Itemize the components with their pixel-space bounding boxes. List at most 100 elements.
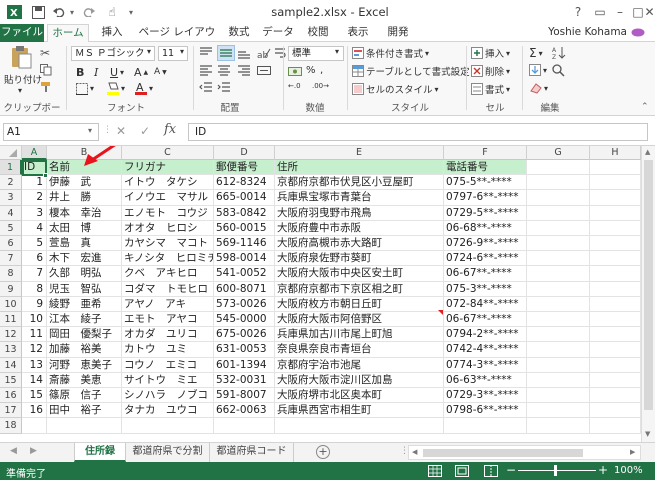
cell-g14[interactable] (527, 357, 590, 373)
cell-c7[interactable]: キノシタ ヒロミチ (122, 251, 214, 267)
cell-e16[interactable]: 大阪府堺市北区奥本町 (275, 388, 444, 404)
decrease-font-icon[interactable]: A ▼ (154, 67, 167, 77)
horizontal-scrollbar[interactable]: ◀ ▶ (408, 445, 641, 460)
cell-d9[interactable]: 600-8071 (214, 281, 275, 297)
cell-c14[interactable]: コウノ エミコ (122, 357, 214, 373)
row-header-9[interactable]: 9 (0, 281, 22, 297)
cell-d3[interactable]: 665-0014 (214, 190, 275, 206)
cell-c9[interactable]: コダマ トモヒロ (122, 281, 214, 297)
sheet-tab-prefecture-code[interactable]: 都道府県コード (210, 443, 294, 462)
percent-icon[interactable]: % (306, 65, 316, 76)
cell-e4[interactable]: 大阪府羽曳野市飛鳥 (275, 205, 444, 221)
align-top-icon[interactable] (199, 47, 213, 59)
align-middle-icon[interactable] (217, 45, 235, 61)
insert-function-icon[interactable]: fx (164, 122, 176, 137)
font-color-icon[interactable]: A (134, 80, 148, 96)
cell-e10[interactable]: 大阪府枚方市朝日丘町 (275, 296, 444, 312)
cell-d6[interactable]: 569-1146 (214, 236, 275, 252)
cell-styles-button[interactable]: セルのスタイル ▾ (352, 82, 439, 96)
fill-icon[interactable]: ▾ (529, 64, 547, 76)
cell-c1[interactable]: フリガナ (122, 160, 214, 176)
cell-h7[interactable] (590, 251, 641, 267)
cell-f12[interactable]: 0794-2**-**** (444, 327, 527, 343)
cell-a4[interactable]: 3 (22, 205, 47, 221)
new-sheet-icon[interactable]: + (316, 445, 330, 459)
tab-home[interactable]: ホーム (47, 24, 89, 43)
name-box-dropdown-icon[interactable]: ▾ (88, 126, 92, 135)
copy-icon[interactable] (40, 64, 52, 76)
confirm-entry-icon[interactable]: ✓ (140, 124, 150, 138)
cell-h18[interactable] (590, 418, 641, 434)
cell-c17[interactable]: タナカ ユウコ (122, 403, 214, 419)
cell-a7[interactable]: 6 (22, 251, 47, 267)
cell-c6[interactable]: カヤシマ マコト (122, 236, 214, 252)
cell-h9[interactable] (590, 281, 641, 297)
font-size-dropdown-icon[interactable]: ▾ (180, 47, 184, 56)
cell-b6[interactable]: 萱島 真 (47, 236, 122, 252)
font-name-dropdown-icon[interactable]: ▾ (147, 47, 151, 56)
cell-f1[interactable]: 電話番号 (444, 160, 527, 176)
number-format-dropdown-icon[interactable]: ▾ (335, 47, 339, 56)
column-header-d[interactable]: D (214, 146, 275, 160)
row-header-13[interactable]: 13 (0, 342, 22, 358)
cell-h2[interactable] (590, 175, 641, 191)
cell-c4[interactable]: エノモト コウジ (122, 205, 214, 221)
normal-view-icon[interactable] (428, 465, 442, 477)
cell-d8[interactable]: 541-0052 (214, 266, 275, 282)
orientation-icon[interactable]: ab (257, 47, 271, 59)
cell-f11[interactable]: 06-67**-**** (444, 312, 527, 328)
column-header-b[interactable]: B (47, 146, 122, 160)
cell-c12[interactable]: オカダ ユリコ (122, 327, 214, 343)
prev-sheet-icon[interactable]: ◀ (10, 446, 17, 456)
cell-e15[interactable]: 大阪府大阪市淀川区加島 (275, 372, 444, 388)
minimize-icon[interactable]: – (610, 3, 630, 21)
row-header-12[interactable]: 12 (0, 327, 22, 343)
scroll-right-icon[interactable]: ▶ (630, 448, 635, 456)
zoom-out-icon[interactable]: − (506, 463, 516, 477)
italic-button[interactable]: I (94, 66, 98, 79)
cell-b3[interactable]: 井上 勝 (47, 190, 122, 206)
cell-a8[interactable]: 7 (22, 266, 47, 282)
delete-cells-button[interactable]: 削除 ▾ (471, 64, 510, 78)
cell-b18[interactable] (47, 418, 122, 434)
cell-b5[interactable]: 太田 博 (47, 220, 122, 236)
cell-d15[interactable]: 532-0031 (214, 372, 275, 388)
cell-g18[interactable] (527, 418, 590, 434)
cell-d16[interactable]: 591-8007 (214, 388, 275, 404)
cell-a13[interactable]: 12 (22, 342, 47, 358)
name-box[interactable]: A1 (3, 123, 99, 141)
next-sheet-icon[interactable]: ▶ (30, 446, 37, 456)
cell-c3[interactable]: イノウエ マサル (122, 190, 214, 206)
find-select-icon[interactable] (552, 64, 565, 77)
vertical-scrollbar[interactable]: ▲ ▼ (641, 146, 655, 442)
cell-g7[interactable] (527, 251, 590, 267)
cell-e2[interactable]: 京都府京都市伏見区小豆屋町 (275, 175, 444, 191)
tab-review[interactable]: 校閲 (298, 24, 338, 42)
cell-d10[interactable]: 573-0026 (214, 296, 275, 312)
close-icon[interactable]: ✕ (644, 3, 655, 21)
cell-f6[interactable]: 0726-9**-**** (444, 236, 527, 252)
borders-dropdown-icon[interactable]: ▾ (90, 84, 94, 93)
customize-qat-icon[interactable]: ▾ (126, 4, 136, 20)
cell-a15[interactable]: 14 (22, 372, 47, 388)
row-header-14[interactable]: 14 (0, 357, 22, 373)
increase-font-icon[interactable]: A ▲ (134, 66, 148, 79)
row-header-2[interactable]: 2 (0, 175, 22, 191)
undo-dropdown-icon[interactable]: ▾ (68, 4, 76, 20)
cell-d11[interactable]: 545-0000 (214, 312, 275, 328)
cell-e13[interactable]: 奈良県奈良市青垣台 (275, 342, 444, 358)
cell-g5[interactable] (527, 220, 590, 236)
cut-icon[interactable]: ✂ (40, 46, 50, 60)
row-header-15[interactable]: 15 (0, 372, 22, 388)
redo-icon[interactable] (82, 4, 96, 20)
row-header-5[interactable]: 5 (0, 220, 22, 236)
cell-a3[interactable]: 2 (22, 190, 47, 206)
cell-e12[interactable]: 兵庫県加古川市尾上町旭 (275, 327, 444, 343)
decrease-decimal-icon[interactable]: .00→ (312, 82, 329, 90)
cancel-entry-icon[interactable]: ✕ (116, 124, 126, 138)
cell-a11[interactable]: 10 (22, 312, 47, 328)
page-break-view-icon[interactable] (484, 465, 498, 477)
zoom-level[interactable]: 100% (614, 465, 643, 476)
cell-d12[interactable]: 675-0026 (214, 327, 275, 343)
row-header-8[interactable]: 8 (0, 266, 22, 282)
